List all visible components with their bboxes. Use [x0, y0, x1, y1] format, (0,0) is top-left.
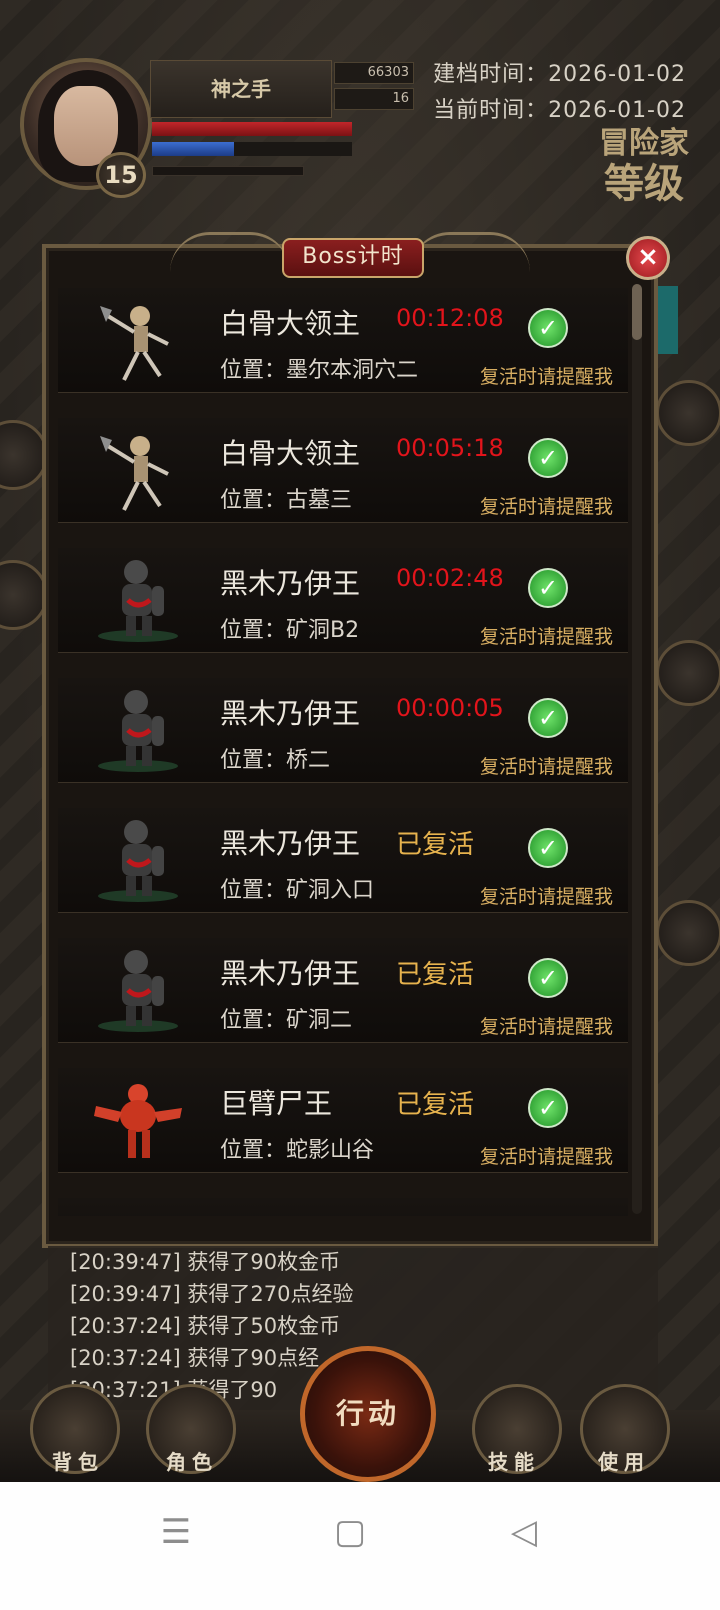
boss-respawn-timer: 已复活 — [396, 1090, 475, 1120]
log-line: [20:39:47] 获得了90枚金币 — [70, 1250, 341, 1274]
boss-location: 位置：墨尔本洞穴二 — [220, 358, 419, 383]
role-label: 角色 — [166, 1450, 218, 1474]
remind-checkbox[interactable]: ✓ — [528, 1088, 568, 1128]
menu-icon[interactable]: ☰ — [146, 1512, 206, 1552]
remind-label[interactable]: 复活时请提醒我 — [480, 362, 613, 389]
remind-label[interactable]: 复活时请提醒我 — [480, 492, 613, 519]
boss-portrait — [88, 1076, 188, 1166]
boss-portrait — [88, 816, 188, 906]
right-side-button[interactable] — [656, 900, 720, 966]
action-label: 行动 — [335, 1397, 400, 1430]
boss-name: 巨臂尸王 — [220, 1087, 333, 1120]
check-icon: ✓ — [537, 314, 559, 342]
action-button[interactable]: 行动 — [300, 1346, 436, 1482]
check-icon: ✓ — [537, 444, 559, 472]
remind-label[interactable]: 复活时请提醒我 — [480, 882, 613, 909]
boss-row[interactable]: 黑木乃伊王 00:02:48 位置：矿洞B2 ✓ 复活时请提醒我 — [58, 548, 628, 653]
adventurer-title-line2: 等级 — [604, 160, 684, 207]
log-line: [20:37:24] 获得了90点经 — [70, 1346, 320, 1370]
check-icon: ✓ — [537, 834, 559, 862]
player-name: 神之手 — [150, 60, 332, 118]
remind-label[interactable]: 复活时请提醒我 — [480, 752, 613, 779]
close-button[interactable]: × — [626, 236, 670, 280]
boss-portrait — [88, 946, 188, 1036]
right-side-button[interactable] — [656, 380, 720, 446]
adventurer-level-button[interactable]: 冒险家 等级 — [594, 124, 694, 214]
boss-respawn-timer: 00:12:08 — [396, 304, 504, 332]
scrollbar-thumb[interactable] — [632, 284, 642, 340]
panel-title: Boss计时 — [282, 238, 424, 278]
panel-ornament-left — [170, 232, 290, 275]
boss-location: 位置：桥二 — [220, 748, 331, 773]
boss-name: 黑木乃伊王 — [220, 697, 361, 730]
boss-row[interactable] — [58, 1198, 628, 1216]
current-time: 当前时间：2026-01-02 — [433, 92, 686, 124]
boss-portrait — [88, 426, 188, 516]
bag-label: 背包 — [52, 1450, 104, 1474]
log-line: [20:39:47] 获得了270点经验 — [70, 1282, 354, 1306]
system-nav-bar: ☰ ▢ ◁ — [0, 1482, 720, 1610]
boss-name: 黑木乃伊王 — [220, 567, 361, 600]
xp-bar — [152, 166, 304, 176]
remind-checkbox[interactable]: ✓ — [528, 828, 568, 868]
boss-row[interactable]: 黑木乃伊王 已复活位置：矿洞二 ✓ 复活时请提醒我 — [58, 938, 628, 1043]
check-icon: ✓ — [537, 704, 559, 732]
boss-name: 白骨大领主 — [220, 437, 361, 470]
boss-location: 位置：古墓三 — [220, 488, 353, 513]
boss-respawn-timer: 00:00:05 — [396, 694, 504, 722]
adventurer-title-line1: 冒险家 — [599, 126, 689, 161]
boss-respawn-timer: 00:05:18 — [396, 434, 504, 462]
scrollbar-track[interactable] — [632, 284, 642, 1214]
boss-row[interactable]: 白骨大领主 00:05:18 位置：古墓三 ✓ 复活时请提醒我 — [58, 418, 628, 523]
boss-list[interactable]: 白骨大领主 00:12:08 位置：墨尔本洞穴二 ✓ 复活时请提醒我 白骨大领主 00:05… — [58, 288, 628, 1216]
boss-location: 位置：矿洞B2 — [220, 618, 360, 643]
log-line: [20:37:24] 获得了50枚金币 — [70, 1314, 341, 1338]
boss-row[interactable]: 巨臂尸王 已复活 位置：蛇影山谷 ✓ 复活时请提醒我 — [58, 1068, 628, 1173]
created-time-label: 建档时间： — [433, 62, 549, 87]
hp-bar — [152, 122, 352, 136]
check-icon: ✓ — [537, 964, 559, 992]
boss-portrait — [88, 686, 188, 776]
boss-row[interactable]: 黑木乃伊王 00:00:05 位置：桥二 ✓ 复活时请提醒我 — [58, 678, 628, 783]
boss-respawn-timer: 00:02:48 — [396, 564, 504, 592]
gold-count: 66303 — [334, 62, 414, 84]
check-icon: ✓ — [537, 1094, 559, 1122]
right-side-button[interactable] — [656, 640, 720, 706]
remind-label[interactable]: 复活时请提醒我 — [480, 1012, 613, 1039]
boss-location: 位置：矿洞二 — [220, 1008, 353, 1033]
skill-label: 技能 — [488, 1450, 540, 1474]
use-label: 使用 — [598, 1450, 650, 1474]
remind-label[interactable]: 复活时请提醒我 — [480, 1142, 613, 1169]
remind-checkbox[interactable]: ✓ — [528, 308, 568, 348]
close-icon: × — [637, 242, 659, 272]
boss-name: 黑木乃伊王 — [220, 827, 361, 860]
boss-location: 位置：蛇影山谷 — [220, 1138, 375, 1163]
boss-portrait — [88, 296, 188, 386]
boss-name: 黑木乃伊王 — [220, 957, 361, 990]
boss-row[interactable]: 黑木乃伊王 已复活 位置：矿洞入口 ✓ 复活时请提醒我 — [58, 808, 628, 913]
panel-ornament-right — [410, 232, 530, 275]
mp-bar — [152, 142, 234, 156]
boss-respawn-timer: 已复活 — [396, 830, 475, 860]
remind-checkbox[interactable]: ✓ — [528, 958, 568, 998]
check-icon: ✓ — [537, 574, 559, 602]
boss-name: 白骨大领主 — [220, 307, 361, 340]
home-icon[interactable]: ▢ — [320, 1512, 380, 1552]
boss-row[interactable]: 白骨大领主 00:12:08 位置：墨尔本洞穴二 ✓ 复活时请提醒我 — [58, 288, 628, 393]
remind-checkbox[interactable]: ✓ — [528, 568, 568, 608]
created-time-value: 2026-01-02 — [548, 62, 686, 87]
created-time: 建档时间：2026-01-02 — [433, 56, 686, 88]
player-level-badge: 15 — [96, 152, 146, 198]
remind-label[interactable]: 复活时请提醒我 — [480, 622, 613, 649]
current-time-value: 2026-01-02 — [548, 98, 686, 123]
back-icon[interactable]: ◁ — [494, 1512, 554, 1552]
remind-checkbox[interactable]: ✓ — [528, 438, 568, 478]
boss-portrait — [88, 556, 188, 646]
boss-location: 位置：矿洞入口 — [220, 878, 375, 903]
current-time-label: 当前时间： — [433, 98, 549, 123]
gem-count: 16 — [334, 88, 414, 110]
boss-respawn-timer: 已复活 — [396, 960, 475, 990]
remind-checkbox[interactable]: ✓ — [528, 698, 568, 738]
